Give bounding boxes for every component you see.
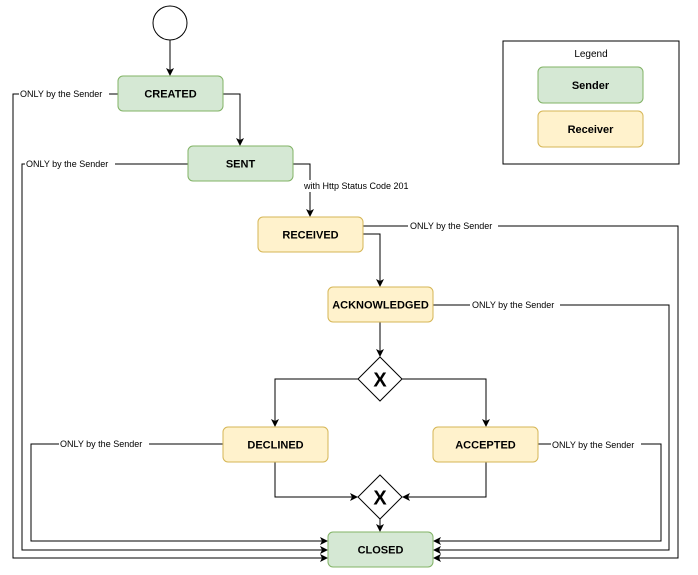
edge-label-text: ONLY by the Sender <box>20 89 102 99</box>
edge-received-to-acknowledged <box>363 233 384 287</box>
edge-label-text: ONLY by the Sender <box>410 221 492 231</box>
state-diagram: ONLY by the Sender ONLY by the Sender wi… <box>12 5 680 568</box>
legend-item-label: Sender <box>572 80 610 92</box>
state-declined[interactable]: DECLINED <box>222 426 329 463</box>
edge-received-to-closed <box>363 225 679 562</box>
exclusive-gateway-split: X <box>357 356 403 402</box>
edge-label-acknowledged-closed: ONLY by the Sender <box>470 299 560 311</box>
legend-title: Legend <box>574 49 607 60</box>
edge-created-to-sent <box>223 93 244 146</box>
edge-label-declined-closed: ONLY by the Sender <box>59 438 149 450</box>
legend-item-receiver: Receiver <box>537 110 644 148</box>
edge-label-text: with Http Status Code 201 <box>303 181 409 191</box>
edge-label-text: ONLY by the Sender <box>552 440 634 450</box>
edge-label-text: ONLY by the Sender <box>60 439 142 449</box>
state-label: SENT <box>226 159 256 171</box>
state-closed[interactable]: CLOSED <box>327 531 434 568</box>
start-node <box>152 5 188 41</box>
edge-label-accepted-closed: ONLY by the Sender <box>551 439 641 451</box>
state-accepted[interactable]: ACCEPTED <box>432 426 539 463</box>
edge-split-to-declined <box>271 378 358 427</box>
edge-label-sent-received: with Http Status Code 201 <box>302 180 418 192</box>
edge-label-text: ONLY by the Sender <box>472 300 554 310</box>
legend-item-label: Receiver <box>568 124 615 136</box>
state-label: RECEIVED <box>282 230 338 242</box>
state-label: CREATED <box>144 89 196 101</box>
state-sent[interactable]: SENT <box>187 145 294 182</box>
state-label: CLOSED <box>358 545 404 557</box>
edge-split-to-accepted <box>402 378 490 427</box>
edge-label-sent-closed: ONLY by the Sender <box>25 158 115 170</box>
edge-label-text: ONLY by the Sender <box>26 159 108 169</box>
state-label: DECLINED <box>247 440 303 452</box>
exclusive-gateway-merge: X <box>357 474 403 520</box>
edge-label-received-closed: ONLY by the Sender <box>408 220 498 232</box>
state-label: ACKNOWLEDGED <box>332 300 429 312</box>
state-acknowledged[interactable]: ACKNOWLEDGED <box>327 286 434 323</box>
legend-item-sender: Sender <box>537 66 644 104</box>
gateway-x-icon: X <box>373 488 387 510</box>
gateway-x-icon: X <box>373 370 387 392</box>
edge-declined-to-merge <box>274 462 358 501</box>
legend: Legend Sender Receiver <box>502 40 680 165</box>
state-created[interactable]: CREATED <box>117 75 224 112</box>
edge-accepted-to-merge <box>402 462 487 501</box>
state-received[interactable]: RECEIVED <box>257 216 364 253</box>
edge-label-created-closed: ONLY by the Sender <box>19 88 109 100</box>
state-label: ACCEPTED <box>455 440 516 452</box>
